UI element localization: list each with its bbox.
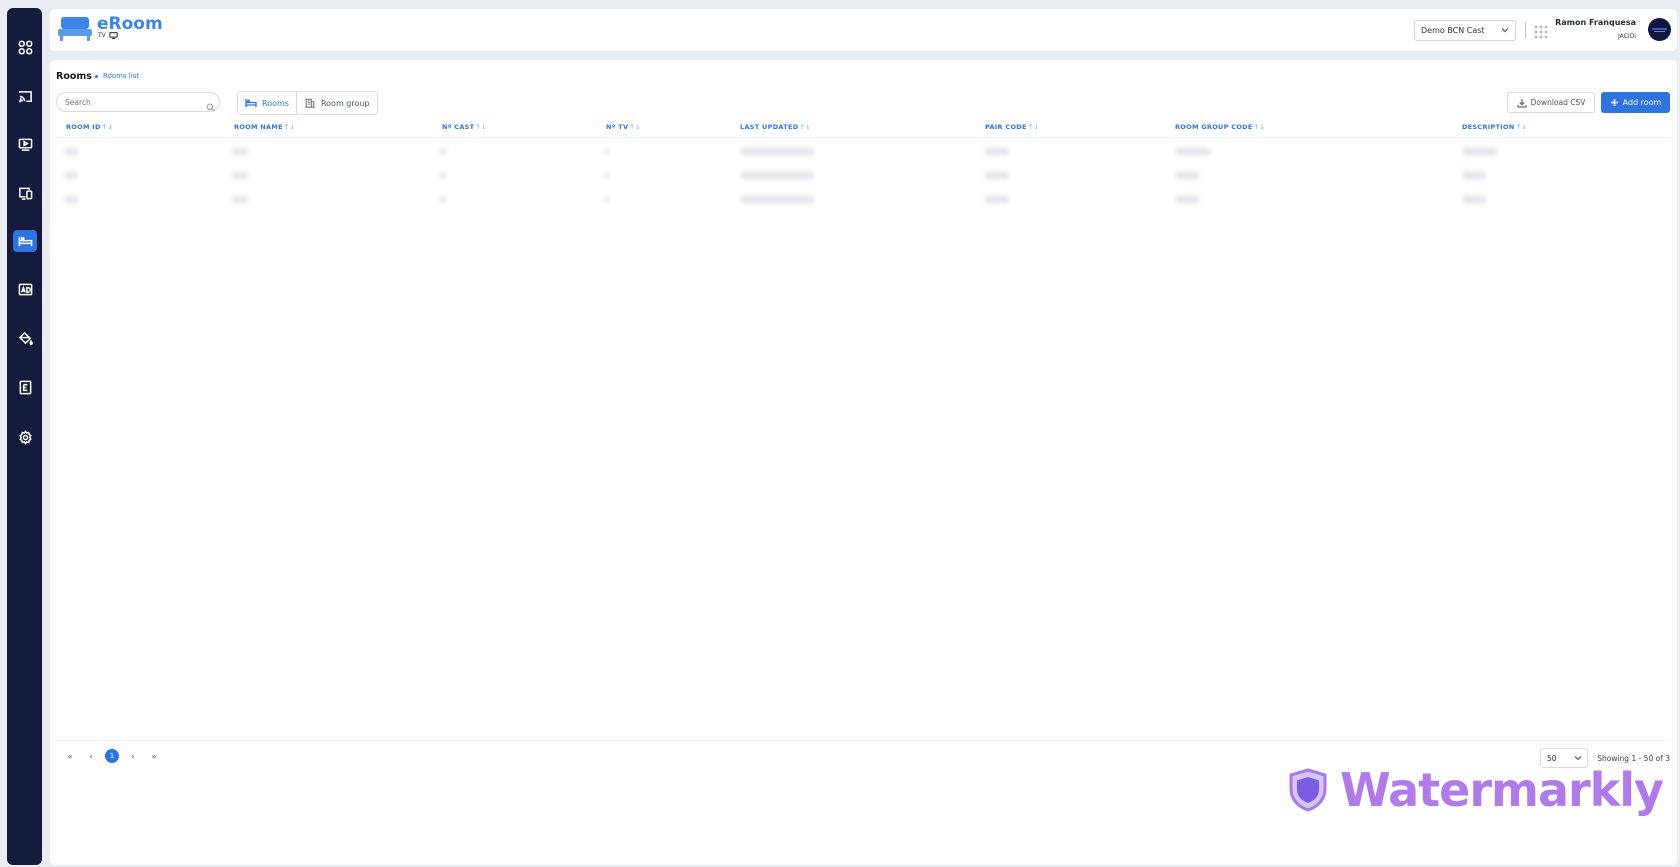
column-header-tv-count[interactable]: Nº TV↑↓ [606,123,641,131]
top-header: eRoom TV Demo BCN Cast Ramon Franquesa J… [50,9,1677,51]
table-cell [232,172,248,179]
watermark-text: Watermarkly [1340,763,1664,817]
table-cell [740,172,814,179]
table-cell [1175,196,1199,203]
chevron-down-icon [1501,26,1509,34]
watermark: Watermarkly [1288,763,1664,817]
table-cell [1175,172,1199,179]
ad-icon[interactable] [13,278,37,300]
table-cell [985,148,1009,155]
page-title: Rooms [56,71,92,82]
previous-page-button[interactable]: ‹ [84,749,98,763]
devices-icon[interactable] [13,182,37,204]
breadcrumb-current[interactable]: Rooms list [103,72,139,80]
sort-icon: ↑↓ [799,123,811,131]
page-number-button[interactable]: 1 [105,749,119,763]
tab-rooms-label: Rooms [262,98,289,108]
bed-icon[interactable] [13,230,37,252]
download-csv-button[interactable]: Download CSV [1507,92,1595,113]
table-cell [64,148,78,155]
sort-icon: ↑↓ [1027,123,1040,131]
sort-icon: ↑↓ [1253,123,1266,131]
sort-icon: ↑↓ [101,123,114,131]
add-room-button[interactable]: Add room [1601,92,1670,113]
table-cell [740,196,814,203]
search-icon [206,97,216,112]
brand-sub-label: TV [98,32,106,39]
table-cell [232,196,248,203]
tab-room-group[interactable]: Room group [295,92,377,114]
column-header-pair-code[interactable]: PAIR CODE↑↓ [985,123,1039,131]
shield-icon [1289,768,1327,812]
pagination: « ‹ 1 › » [63,749,161,763]
next-page-button[interactable]: › [126,749,140,763]
table-cell [604,172,610,179]
column-header-last-updated[interactable]: LAST UPDATED↑↓ [740,123,811,131]
table-cell [1462,172,1486,179]
table-cell [1462,196,1486,203]
table-row[interactable] [56,190,1670,212]
header-divider [1525,22,1526,38]
table-cell [740,148,814,155]
paint-bucket-icon[interactable] [13,327,37,349]
view-toggle: Rooms Room group [237,91,378,115]
settings-icon[interactable] [13,426,37,448]
dashboard-icon[interactable] [13,36,37,58]
guide-book-icon[interactable] [13,376,37,398]
table-cell [1175,148,1211,155]
table-cell [64,196,78,203]
main-panel: Rooms Rooms list Rooms Room group Downlo… [50,60,1677,865]
table-cell [604,148,610,155]
apps-grid-icon[interactable] [1534,24,1548,39]
cast-icon[interactable] [13,85,37,107]
brand-name: eRoom [97,14,163,34]
table-footer-divider [56,740,1670,741]
download-csv-label: Download CSV [1530,98,1586,107]
building-icon [305,98,315,108]
site-select-value: Demo BCN Cast [1421,26,1485,35]
table-row[interactable] [56,166,1670,188]
tab-rooms[interactable]: Rooms [238,92,296,114]
column-header-room-name[interactable]: ROOM NAME↑↓ [234,123,295,131]
sort-icon: ↑↓ [475,123,487,131]
table-cell [440,196,446,203]
brand-subtitle: TV [98,32,118,39]
eroom-logo-icon[interactable] [58,17,92,41]
user-organization: JACIDI [1617,33,1636,40]
user-name: Ramon Franquesa [1555,18,1636,27]
table-cell [232,148,248,155]
table-cell [64,172,78,179]
rows-per-page-value: 50 [1547,754,1557,763]
pagination-summary: Showing 1 - 50 of 3 [1597,754,1670,763]
table-cell [440,172,446,179]
add-room-label: Add room [1622,98,1662,107]
column-header-cast-count[interactable]: Nº CAST↑↓ [442,123,487,131]
sort-icon: ↑↓ [283,123,296,131]
avatar[interactable] [1648,18,1671,41]
table-row[interactable] [56,142,1670,164]
column-header-room-id[interactable]: ROOM ID↑↓ [66,123,113,131]
table-cell [604,196,610,203]
column-header-room-group-code[interactable]: ROOM GROUP CODE↑↓ [1175,123,1265,131]
last-page-button[interactable]: » [147,749,161,763]
site-select[interactable]: Demo BCN Cast [1414,20,1516,41]
tab-room-group-label: Room group [320,98,370,108]
sort-icon: ↑↓ [629,123,641,131]
table-cell [985,196,1009,203]
download-icon [1516,98,1527,108]
sort-icon: ↑↓ [1515,123,1528,131]
column-header-description[interactable]: DESCRIPTION↑↓ [1462,123,1527,131]
first-page-button[interactable]: « [63,749,77,763]
media-player-icon[interactable] [13,133,37,155]
table-cell [985,172,1009,179]
tv-icon [109,32,118,39]
breadcrumb-separator [95,75,98,78]
plus-icon [1610,99,1618,106]
bed-icon [245,99,257,107]
table-header: ROOM ID↑↓ ROOM NAME↑↓ Nº CAST↑↓ Nº TV↑↓ … [56,118,1670,138]
table-cell [440,148,446,155]
sidebar [7,8,42,865]
search-input[interactable] [56,92,220,112]
table-cell [1462,148,1498,155]
